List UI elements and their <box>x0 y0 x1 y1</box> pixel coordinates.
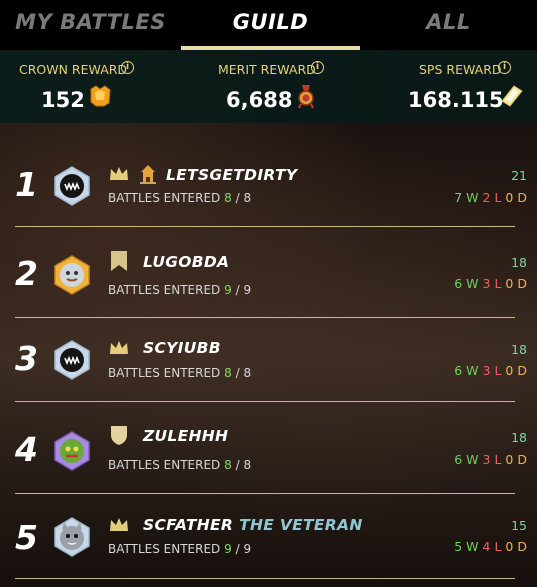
crown-icon <box>110 518 128 531</box>
shield-icon <box>111 426 127 445</box>
crown-icon <box>110 167 128 180</box>
sps-reward-value: 168.115 <box>408 88 504 112</box>
player-score: 21 <box>511 168 527 183</box>
rank-number: 4 <box>15 430 38 469</box>
row-divider <box>15 401 515 402</box>
sps-reward-label: SPS REWARD <box>419 62 502 77</box>
player-name[interactable]: LETSGETDIRTY <box>166 166 297 184</box>
win-loss-draw: 5 W 4 L 0 D <box>454 539 527 554</box>
rewards-bar: CROWN REWARD i 152 MERIT REWARD i 6,688 … <box>0 50 537 123</box>
crown-reward: CROWN REWARD i 152 <box>0 50 179 123</box>
merit-reward: MERIT REWARD i 6,688 <box>179 50 358 123</box>
sps-reward: SPS REWARD i 168.115 <box>358 50 537 123</box>
battles-entered: BATTLES ENTERED 8 / 8 <box>108 191 252 205</box>
battles-entered: BATTLES ENTERED 8 / 8 <box>108 458 252 472</box>
player-score: 18 <box>511 342 527 357</box>
player-score: 15 <box>511 518 527 533</box>
rank-number: 3 <box>15 339 38 378</box>
rank-number: 1 <box>15 165 38 204</box>
row-divider <box>15 578 515 579</box>
banner-icon <box>111 251 127 271</box>
win-loss-draw: 6 W 3 L 0 D <box>454 452 527 467</box>
row-divider <box>15 493 515 494</box>
info-icon[interactable]: i <box>121 61 134 74</box>
grey-cat-avatar <box>54 517 90 557</box>
info-icon[interactable]: i <box>311 61 324 74</box>
crown-icon <box>110 341 128 354</box>
player-name-text: SCFATHER <box>143 516 234 534</box>
crown-reward-label: CROWN REWARD <box>19 62 128 77</box>
battle-tabs: MY BATTLES GUILD ALL <box>0 0 537 50</box>
player-name[interactable]: ZULEHHH <box>143 427 228 445</box>
tab-all[interactable]: ALL <box>360 0 537 50</box>
battles-entered: BATTLES ENTERED 9 / 9 <box>108 283 252 297</box>
rank-number: 5 <box>15 518 38 557</box>
player-score: 18 <box>511 430 527 445</box>
guild-leaderboard: 1 LETSGETDIRTY BATTLES ENTERED 8 / 8 21 … <box>0 123 537 587</box>
tab-guild[interactable]: GUILD <box>181 0 360 50</box>
win-loss-draw: 6 W 3 L 0 D <box>454 276 527 291</box>
row-divider <box>15 317 515 318</box>
green-goblin-avatar <box>54 431 90 471</box>
black-monster-avatar <box>54 340 90 380</box>
win-loss-draw: 6 W 3 L 0 D <box>454 363 527 378</box>
tab-my-battles[interactable]: MY BATTLES <box>0 0 181 50</box>
rank-number: 2 <box>15 254 38 293</box>
player-title: THE VETERAN <box>239 516 363 534</box>
merit-reward-label: MERIT REWARD <box>218 62 316 77</box>
player-score: 18 <box>511 255 527 270</box>
player-name[interactable]: LUGOBDA <box>143 253 229 271</box>
sps-crystal-icon <box>501 85 523 107</box>
black-monster-avatar <box>54 166 90 206</box>
player-name[interactable]: SCFATHER THE VETERAN <box>143 516 363 534</box>
battles-entered: BATTLES ENTERED 9 / 9 <box>108 542 252 556</box>
player-name[interactable]: SCYIUBB <box>143 339 221 357</box>
battles-entered: BATTLES ENTERED 8 / 8 <box>108 366 252 380</box>
gold-gizmo-avatar <box>54 255 90 295</box>
merit-reward-value: 6,688 <box>226 88 293 112</box>
info-icon[interactable]: i <box>498 61 511 74</box>
crown-token-icon <box>90 85 111 107</box>
crown-reward-value: 152 <box>41 88 85 112</box>
merit-medal-icon <box>298 85 314 109</box>
tower-icon <box>140 165 156 184</box>
row-divider <box>15 226 515 227</box>
win-loss-draw: 7 W 2 L 0 D <box>454 190 527 205</box>
